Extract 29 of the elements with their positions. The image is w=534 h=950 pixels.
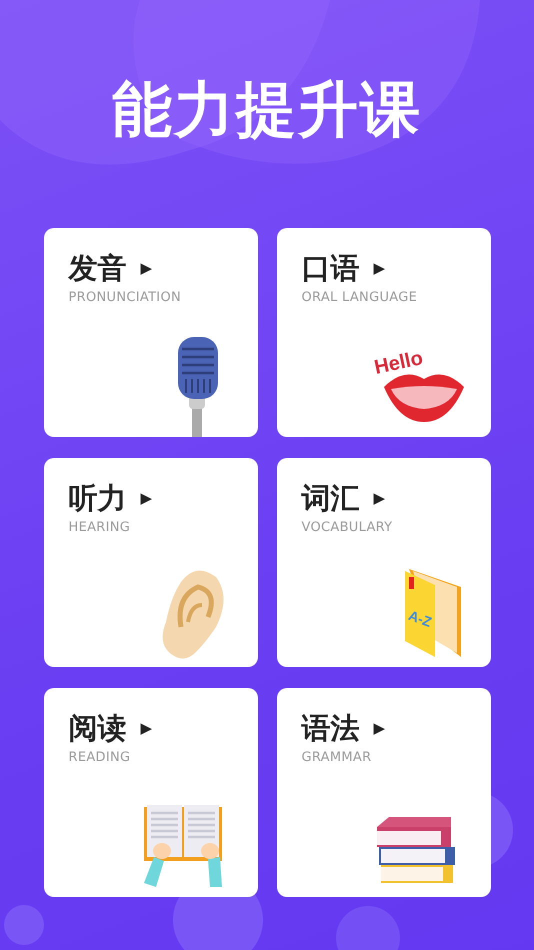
card-title: 语法 — [302, 710, 360, 746]
page-title: 能力提升课 — [112, 74, 422, 147]
arrow-icon: ▶ — [374, 489, 386, 507]
card-subtitle: ORAL LANGUAGE — [302, 290, 418, 305]
card-subtitle: HEARING — [68, 520, 132, 535]
card-subtitle: VOCABULARY — [302, 520, 394, 535]
card-subtitle: GRAMMAR — [302, 750, 372, 765]
course-card[interactable]: 语法 ▶ GRAMMAR — [276, 688, 490, 897]
course-card[interactable]: 词汇 ▶ VOCABULARY A-Z — [276, 458, 490, 667]
arrow-icon: ▶ — [140, 259, 152, 277]
card-subtitle: READING — [68, 750, 132, 765]
open-book-icon — [144, 805, 224, 887]
arrow-icon: ▶ — [374, 259, 386, 277]
arrow-icon: ▶ — [140, 719, 152, 737]
card-title: 词汇 — [302, 480, 360, 516]
card-subtitle: PRONUNCIATION — [68, 290, 182, 305]
course-card[interactable]: 阅读 ▶ READING — [44, 688, 258, 897]
card-title: 发音 — [68, 250, 126, 286]
course-card[interactable]: 听力 ▶ HEARING — [44, 458, 258, 667]
book-stack-icon — [376, 817, 454, 883]
arrow-icon: ▶ — [140, 489, 152, 507]
card-title: 听力 — [68, 480, 126, 516]
microphone-icon — [178, 337, 218, 437]
arrow-icon: ▶ — [374, 719, 386, 737]
card-title: 口语 — [302, 250, 360, 286]
background-circle — [4, 905, 44, 945]
card-title: 阅读 — [68, 710, 126, 746]
course-card[interactable]: 口语 ▶ ORAL LANGUAGE Hello — [276, 228, 490, 437]
course-card[interactable]: 发音 ▶ PRONUNCIATION — [44, 228, 258, 437]
